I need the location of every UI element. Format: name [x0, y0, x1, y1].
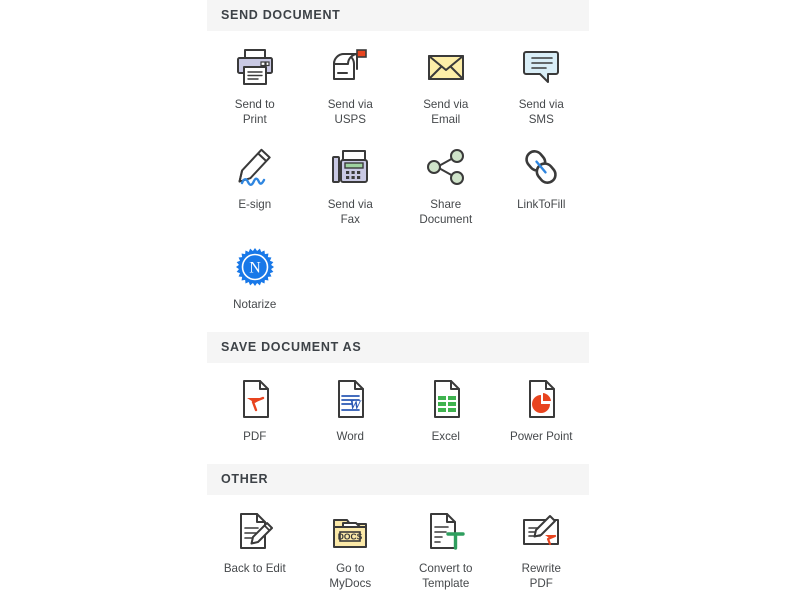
docs-folder-icon: DOCS	[303, 509, 399, 553]
printer-icon	[207, 45, 303, 89]
section-header-send-document: SEND DOCUMENT	[207, 0, 589, 31]
tile-label-go-to-mydocs: Go to MyDocs	[329, 562, 372, 590]
tile-label-save-as-powerpoint: Power Point	[509, 430, 573, 443]
tile-save-as-powerpoint[interactable]: Power Point	[494, 363, 590, 448]
excel-file-icon	[398, 377, 494, 421]
document-pencil-icon	[207, 509, 303, 553]
tile-label-send-to-print: Send to Print	[234, 98, 275, 126]
tile-e-sign[interactable]: E-sign	[207, 131, 303, 231]
tile-grid-other: Back to Edit DOCS Go to MyDocs Convert t…	[207, 495, 589, 595]
notary-seal-icon: N	[207, 245, 303, 289]
document-actions-panel: SEND DOCUMENT Send to Print Send via USP…	[207, 0, 589, 611]
section-save-document-as: SAVE DOCUMENT AS PDF W Word Excel Power …	[207, 332, 589, 464]
tile-label-send-via-email: Send via Email	[423, 98, 469, 126]
svg-text:N: N	[249, 260, 261, 277]
tile-label-send-via-usps: Send via USPS	[327, 98, 373, 126]
tile-label-share-document: Share Document	[419, 198, 473, 226]
fax-machine-icon	[303, 145, 399, 189]
template-t-icon	[398, 509, 494, 553]
chat-bubble-icon	[494, 45, 590, 89]
tile-label-rewrite-pdf: Rewrite PDF	[521, 562, 561, 590]
tile-label-send-via-sms: Send via SMS	[518, 98, 564, 126]
tile-send-to-print[interactable]: Send to Print	[207, 31, 303, 131]
tile-label-send-via-fax: Send via Fax	[327, 198, 373, 226]
tile-grid-send-document: Send to Print Send via USPS Send via Ema…	[207, 31, 589, 316]
envelope-icon	[398, 45, 494, 89]
chain-link-icon	[494, 145, 590, 189]
svg-text:W: W	[349, 397, 362, 412]
tile-send-via-fax[interactable]: Send via Fax	[303, 131, 399, 231]
tile-share-document[interactable]: Share Document	[398, 131, 494, 231]
tile-grid-save-document-as: PDF W Word Excel Power Point	[207, 363, 589, 448]
rewrite-pdf-icon	[494, 509, 590, 553]
section-send-document: SEND DOCUMENT Send to Print Send via USP…	[207, 0, 589, 332]
tile-label-back-to-edit: Back to Edit	[223, 562, 286, 575]
svg-text:DOCS: DOCS	[338, 531, 363, 541]
tile-label-convert-to-template: Convert to Template	[419, 562, 473, 590]
section-header-other: OTHER	[207, 464, 589, 495]
tile-label-save-as-excel: Excel	[431, 430, 460, 443]
pencil-signature-icon	[207, 145, 303, 189]
tile-back-to-edit[interactable]: Back to Edit	[207, 495, 303, 595]
powerpoint-file-icon	[494, 377, 590, 421]
pdf-file-icon	[207, 377, 303, 421]
word-file-icon: W	[303, 377, 399, 421]
tile-save-as-excel[interactable]: Excel	[398, 363, 494, 448]
tile-convert-to-template[interactable]: Convert to Template	[398, 495, 494, 595]
tile-label-save-as-word: Word	[336, 430, 365, 443]
tile-notarize[interactable]: N Notarize	[207, 231, 303, 316]
tile-link-to-fill[interactable]: LinkToFill	[494, 131, 590, 231]
tile-send-via-sms[interactable]: Send via SMS	[494, 31, 590, 131]
mailbox-icon	[303, 45, 399, 89]
tile-label-save-as-pdf: PDF	[243, 430, 267, 443]
tile-label-e-sign: E-sign	[238, 198, 272, 211]
section-header-save-document-as: SAVE DOCUMENT AS	[207, 332, 589, 363]
tile-send-via-usps[interactable]: Send via USPS	[303, 31, 399, 131]
tile-label-link-to-fill: LinkToFill	[517, 198, 566, 211]
tile-save-as-pdf[interactable]: PDF	[207, 363, 303, 448]
actions-panel-page: SEND DOCUMENT Send to Print Send via USP…	[0, 0, 800, 590]
tile-save-as-word[interactable]: W Word	[303, 363, 399, 448]
tile-go-to-mydocs[interactable]: DOCS Go to MyDocs	[303, 495, 399, 595]
share-nodes-icon	[398, 145, 494, 189]
tile-send-via-email[interactable]: Send via Email	[398, 31, 494, 131]
tile-label-notarize: Notarize	[233, 298, 277, 311]
tile-rewrite-pdf[interactable]: Rewrite PDF	[494, 495, 590, 595]
